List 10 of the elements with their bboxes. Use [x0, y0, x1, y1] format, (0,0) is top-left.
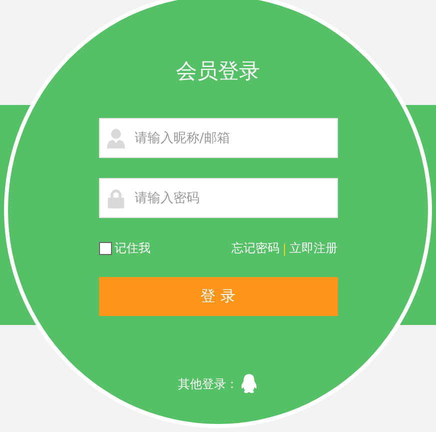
login-button[interactable]: 登 录 [98, 277, 338, 316]
link-separator: | [282, 242, 286, 256]
input-field[interactable]: 请输入密码 [98, 178, 338, 218]
login-title: 会员登录 [176, 58, 260, 85]
other-login-label: 其他登录： [178, 376, 238, 392]
remember-checkbox[interactable] [98, 242, 112, 255]
register-link[interactable]: 立即注册 [290, 240, 338, 257]
remember-label: 记住我 [114, 240, 150, 257]
input-field[interactable]: 请输入昵称/邮箱 [98, 118, 338, 158]
forgot-password-link[interactable]: 忘记密码 [231, 240, 280, 257]
